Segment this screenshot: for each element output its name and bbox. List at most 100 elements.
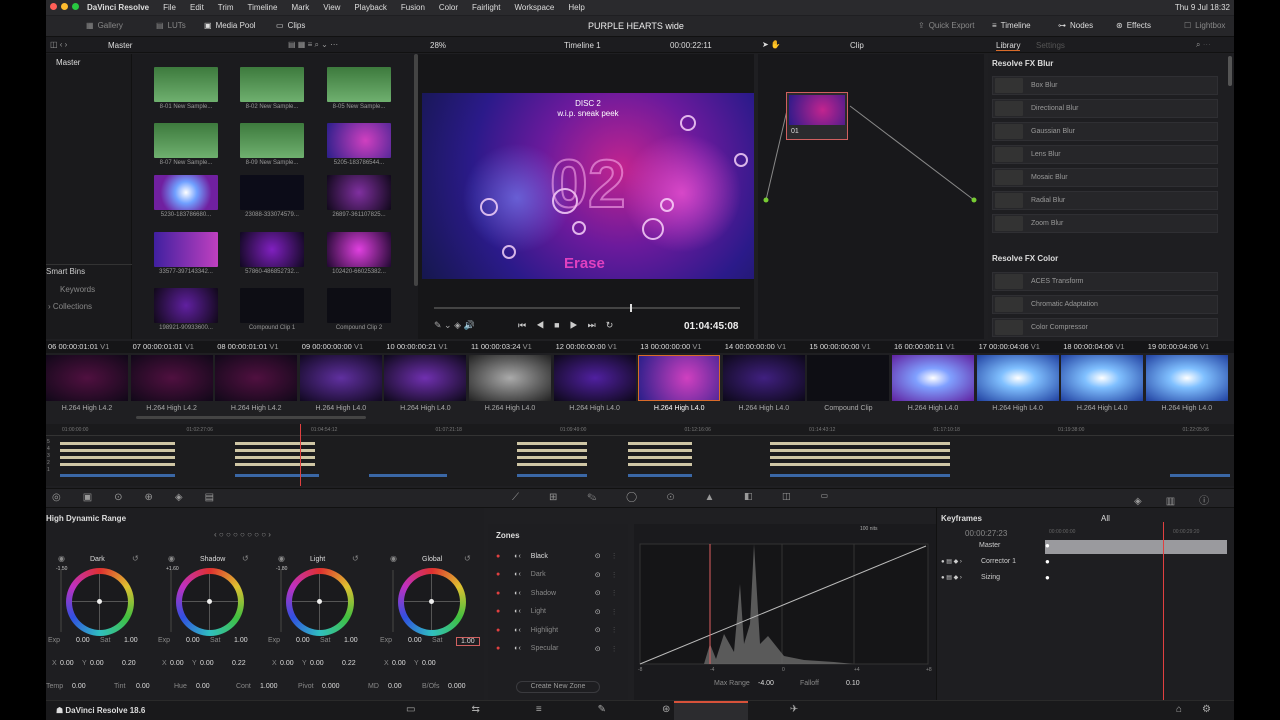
clip-header[interactable]: 13 00:00:00:00 V1	[640, 342, 701, 351]
media-thumbnail[interactable]	[327, 288, 391, 323]
media-thumbnail[interactable]	[154, 67, 218, 102]
library-scrollbar[interactable]	[1228, 56, 1232, 86]
reset-icon[interactable]: ↺	[464, 554, 471, 563]
zone-row[interactable]: ● ◐‹ Shadow ⊙ ⋮	[496, 585, 626, 601]
zone-target-icon[interactable]: ⊙	[595, 608, 601, 616]
hdr-zone-graph[interactable]: 100 nits -8 -4 0 +4 +8 Max Range -4.00 Fallo…	[634, 524, 940, 700]
menu-edit[interactable]: Edit	[190, 3, 204, 12]
sat-value[interactable]: 1.00	[344, 637, 358, 644]
clip-thumbnail[interactable]	[384, 355, 467, 401]
timeline-selector[interactable]: Timeline 1	[564, 41, 601, 50]
gallery-button[interactable]: ▦ Gallery	[86, 21, 123, 30]
clip-header[interactable]: 07 00:00:01:01 V1	[133, 342, 194, 351]
clip-thumbnail[interactable]	[638, 355, 721, 401]
section-fx-color[interactable]: Resolve FX Color	[992, 254, 1058, 263]
clip-thumbnail[interactable]	[722, 355, 805, 401]
y-value[interactable]: 0.00	[310, 660, 324, 667]
x-value[interactable]: 0.00	[280, 660, 294, 667]
zone-enabled-dot[interactable]: ●	[496, 608, 500, 615]
pivot-value[interactable]: 0.000	[322, 683, 340, 690]
zone-handle-icon[interactable]: ⋮	[611, 645, 618, 653]
temp-value[interactable]: 0.00	[72, 683, 86, 690]
transport-controls[interactable]: ⏮◀■▶⏭↻	[518, 320, 623, 331]
fx-item[interactable]: Radial Blur	[992, 191, 1218, 210]
zone-handle-icon[interactable]: ⋮	[611, 608, 618, 616]
clip-header[interactable]: 10 00:00:00:21 V1	[386, 342, 447, 351]
viewer-tool-icon[interactable]: ✎ ⌄ ◈ 🔊	[434, 320, 475, 331]
wheel-puck[interactable]	[317, 599, 322, 604]
wheel-mode-icon[interactable]: ◉	[390, 554, 397, 563]
z-value[interactable]: 0.22	[342, 660, 356, 667]
clip-thumbnail[interactable]	[553, 355, 636, 401]
tab-library[interactable]: Library	[996, 41, 1021, 51]
zoom-level[interactable]: 28%	[430, 41, 446, 50]
bofs-value[interactable]: 0.000	[448, 683, 466, 690]
sat-value[interactable]: 1.00	[234, 637, 248, 644]
media-thumbnail[interactable]	[154, 175, 218, 210]
clip-thumbnail[interactable]	[46, 355, 128, 401]
lightbox-button[interactable]: ☐ Lightbox	[1184, 21, 1225, 30]
menu-help[interactable]: Help	[568, 3, 584, 12]
zone-row[interactable]: ● ◐‹ Black ⊙ ⋮	[496, 548, 626, 564]
md-value[interactable]: 0.00	[388, 683, 402, 690]
media-thumbnail[interactable]	[154, 123, 218, 158]
mini-playhead[interactable]	[300, 424, 301, 486]
media-thumbnail[interactable]	[240, 232, 304, 267]
zone-row[interactable]: ● ◐‹ Light ⊙ ⋮	[496, 604, 626, 620]
media-thumbnail[interactable]	[327, 67, 391, 102]
fx-item[interactable]: Chromatic Adaptation	[992, 295, 1218, 314]
view-options-icon[interactable]: ▤ ▦ ≡ ⌕ ⌄ ⋯	[288, 40, 338, 50]
reset-icon[interactable]: ↺	[242, 554, 249, 563]
y-value[interactable]: 0.00	[200, 660, 214, 667]
zone-enabled-dot[interactable]: ●	[496, 590, 500, 597]
x-value[interactable]: 0.00	[392, 660, 406, 667]
scrubber[interactable]	[434, 304, 740, 312]
hue-value[interactable]: 0.00	[196, 683, 210, 690]
keyframe-toggle-icon[interactable]: ● ▤ ◆ ›	[941, 558, 962, 565]
menu-timeline[interactable]: Timeline	[248, 3, 278, 12]
clip-thumbnail[interactable]	[807, 355, 890, 401]
wheel-mode-icon[interactable]: ◉	[278, 554, 285, 563]
zone-target-icon[interactable]: ⊙	[595, 571, 601, 579]
media-thumbnail[interactable]	[154, 232, 218, 267]
pointer-tool-icon[interactable]: ➤ ✋	[762, 40, 781, 49]
playhead[interactable]	[630, 304, 632, 312]
x-value[interactable]: 0.00	[60, 660, 74, 667]
tint-value[interactable]: 0.00	[136, 683, 150, 690]
clip-header[interactable]: 14 00:00:00:00 V1	[725, 342, 786, 351]
clip-header[interactable]: 15 00:00:00:00 V1	[809, 342, 870, 351]
bin-master[interactable]: Master	[56, 58, 80, 67]
nodes-button[interactable]: ⊶ Nodes	[1058, 21, 1093, 30]
wheel-page-dots[interactable]: ‹ ○ ○ ○ ○ ○ ○ ○ ›	[214, 530, 271, 539]
zone-direction-icon[interactable]: ◐‹	[514, 608, 521, 615]
create-zone-button[interactable]: Create New Zone	[516, 681, 600, 693]
keyframe-toggle-icon[interactable]: ● ▤ ◆ ›	[941, 574, 962, 581]
color-tool-icons-right[interactable]: ◈▥ⓘ	[1134, 492, 1233, 507]
menu-file[interactable]: File	[163, 3, 176, 12]
clip-thumbnail[interactable]	[299, 355, 382, 401]
zone-direction-icon[interactable]: ◐‹	[514, 590, 521, 597]
mini-timeline[interactable]: 54321	[46, 424, 1234, 486]
fx-item[interactable]: Zoom Blur	[992, 214, 1218, 233]
color-wheel[interactable]	[398, 568, 466, 636]
mini-timeline-ruler[interactable]: 01:00:00:00 01:02:27:06 01:04:54:12 01:07:2…	[46, 424, 1234, 436]
bin-keywords[interactable]: Keywords	[60, 285, 95, 294]
color-wheel[interactable]	[66, 568, 134, 636]
zone-target-icon[interactable]: ⊙	[595, 589, 601, 597]
clip-header[interactable]: 08 00:00:01:01 V1	[217, 342, 278, 351]
zone-row[interactable]: ● ◐‹ Dark ⊙ ⋮	[496, 567, 626, 583]
clip-header[interactable]: 17 00:00:04:06 V1	[979, 342, 1040, 351]
fx-item[interactable]: Lens Blur	[992, 145, 1218, 164]
clip-thumbnail[interactable]	[892, 355, 974, 401]
cont-value[interactable]: 1.000	[260, 683, 278, 690]
menu-view[interactable]: View	[323, 3, 340, 12]
clip-thumbnail[interactable]	[130, 355, 213, 401]
wheel-slider[interactable]	[392, 570, 394, 632]
zone-enabled-dot[interactable]: ●	[496, 553, 500, 560]
media-thumbnail[interactable]	[327, 232, 391, 267]
keyframes-filter[interactable]: All	[1101, 514, 1110, 523]
clips-button[interactable]: ▭ Clips	[276, 21, 305, 30]
keyframe-marker[interactable]: ●	[1045, 541, 1050, 550]
zone-enabled-dot[interactable]: ●	[496, 645, 500, 652]
fx-item[interactable]: Gaussian Blur	[992, 122, 1218, 141]
